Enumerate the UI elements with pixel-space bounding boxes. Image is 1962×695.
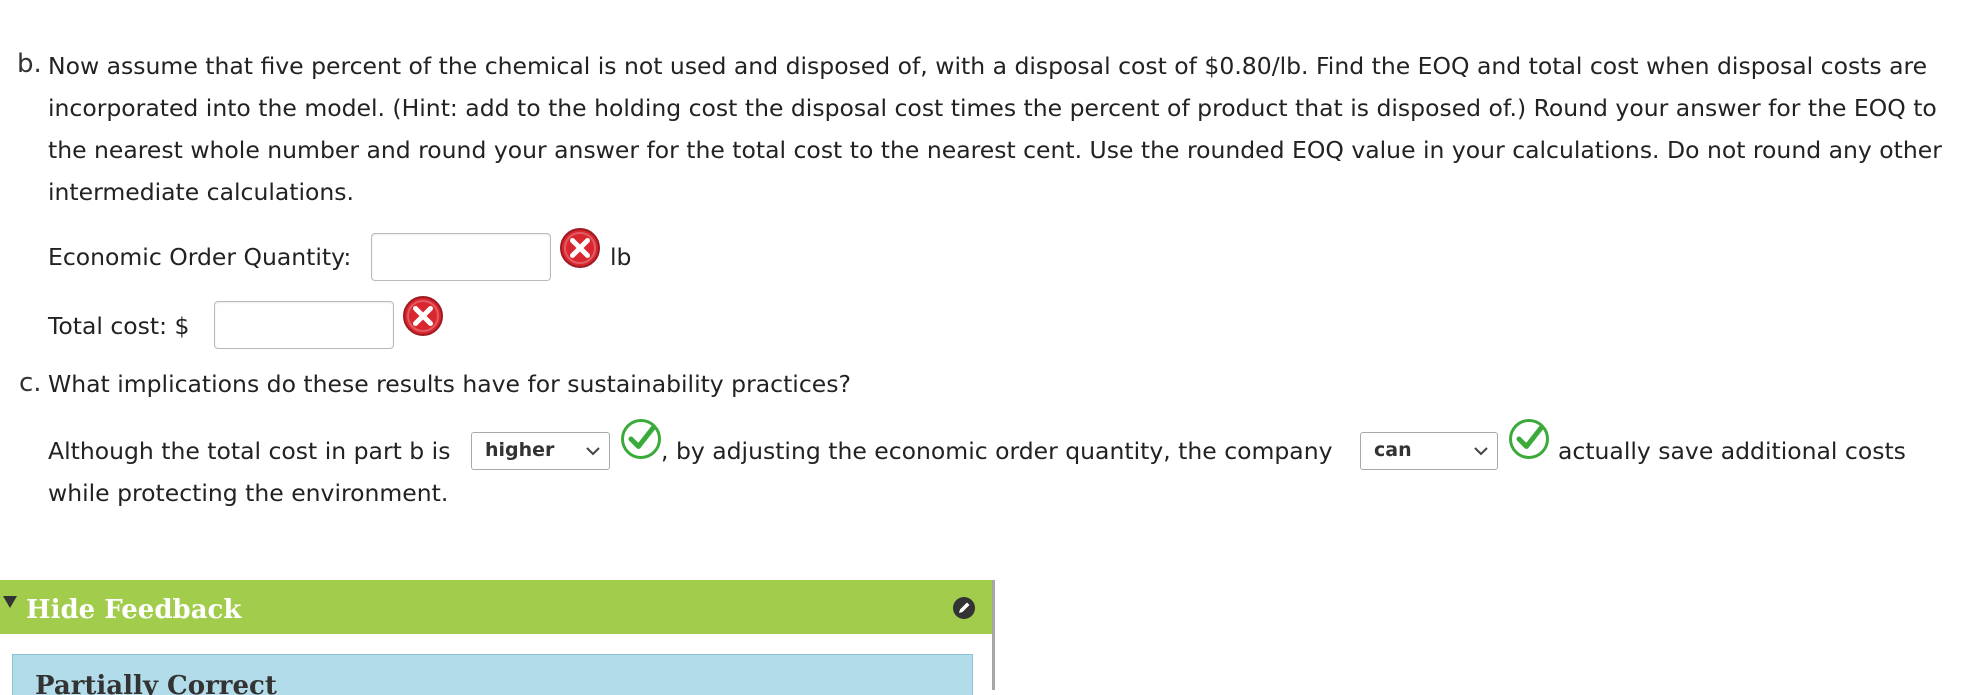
- sentence-part4: while protecting the environment.: [48, 479, 449, 507]
- pencil-icon[interactable]: [952, 596, 976, 620]
- feedback-body: Partially Correct: [12, 654, 973, 695]
- select-can-dropdown[interactable]: can: [1360, 432, 1498, 470]
- feedback-header[interactable]: Hide Feedback: [0, 580, 992, 634]
- sentence-part1: Although the total cost in part b is: [48, 437, 451, 465]
- total-cost-input[interactable]: [214, 301, 394, 349]
- part-b-marker: b.: [17, 49, 42, 79]
- eoq-unit: lb: [610, 243, 632, 271]
- select-higher-value: higher: [485, 439, 555, 461]
- triangle-down-icon[interactable]: [2, 594, 18, 610]
- part-c-question: What implications do these results have …: [48, 370, 851, 398]
- correct-icon: [621, 419, 661, 459]
- select-higher-dropdown[interactable]: higher: [471, 432, 610, 470]
- incorrect-icon: [403, 296, 443, 336]
- feedback-result-title: Partially Correct: [35, 671, 277, 695]
- sentence-part2: , by adjusting the economic order quanti…: [661, 437, 1333, 465]
- chevron-down-icon: [586, 447, 600, 456]
- chevron-down-icon: [1474, 447, 1488, 456]
- total-cost-label: Total cost: $: [48, 312, 190, 340]
- eoq-label: Economic Order Quantity:: [48, 243, 352, 271]
- part-b-question: Now assume that five percent of the chem…: [48, 52, 1942, 206]
- incorrect-icon: [560, 228, 600, 268]
- correct-icon: [1509, 419, 1549, 459]
- eoq-input[interactable]: [371, 233, 551, 281]
- part-c-marker: c.: [19, 368, 42, 398]
- select-can-value: can: [1374, 439, 1412, 461]
- hide-feedback-button[interactable]: Hide Feedback: [26, 595, 241, 625]
- feedback-panel: Hide Feedback Partially Correct: [0, 580, 995, 695]
- sentence-part3: actually save additional costs: [1558, 437, 1906, 465]
